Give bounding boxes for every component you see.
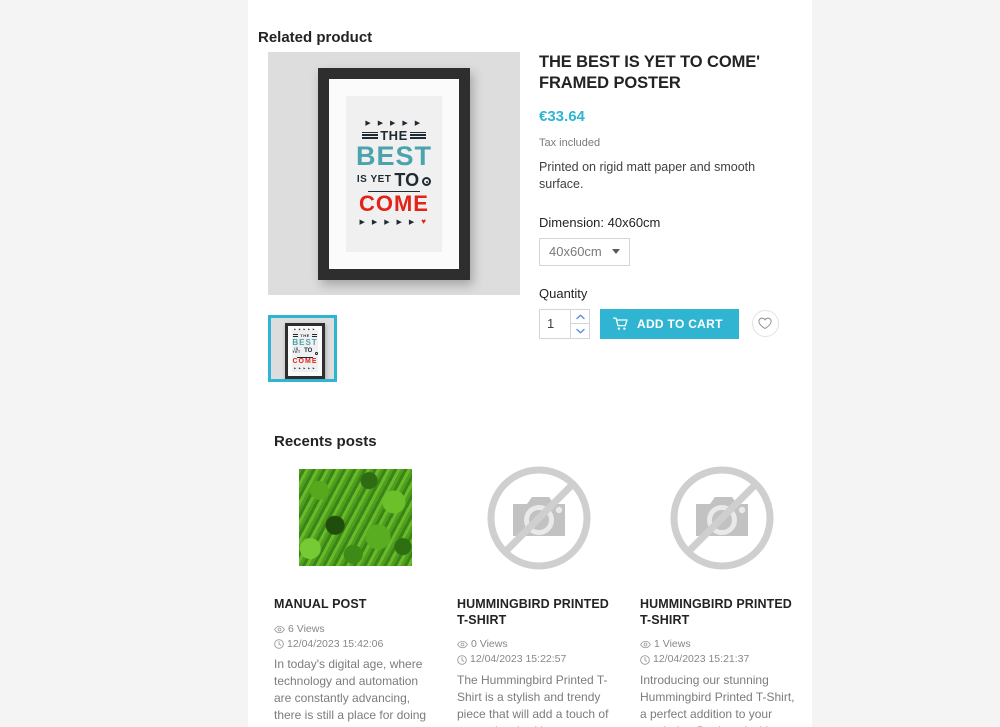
thumb-rule-wide [297,356,313,358]
thumb-line-is-yet: IS YET [292,346,301,355]
post-date: 12/04/2023 15:22:57 [457,652,566,667]
page-background: Related product ▶ ▶ ▶ ▶ ▶ THE BEST IS YE… [0,0,1000,727]
post-date: 12/04/2023 15:21:37 [640,652,749,667]
poster-line-the: THE [380,127,408,143]
poster-arrows-bottom: ▶ ▶ ▶ ▶ ▶ [359,219,417,227]
post-date-label: 12/04/2023 15:22:57 [470,653,567,666]
quantity-decrement-button[interactable] [571,323,589,338]
post-date: 12/04/2023 15:42:06 [274,637,383,652]
post-card[interactable]: HUMMINGBIRD PRINTED T-SHIRT 1 Views 12/0… [640,455,803,727]
post-title[interactable]: MANUAL POST [274,597,437,613]
product-gallery: ▶ ▶ ▶ ▶ ▶ THE BEST IS YET TO COME ▶ ▶ ▶ … [268,52,520,382]
quantity-input[interactable] [540,309,570,338]
clock-icon [457,655,467,665]
poster-arrows-top: ▶ ▶ ▶ ▶ ▶ [365,119,423,127]
post-date-label: 12/04/2023 15:21:37 [653,653,750,666]
chevron-down-icon [611,249,620,255]
dimension-select[interactable]: 40x60cm [539,237,630,266]
quantity-stepper-buttons [570,309,589,338]
post-views: 6 Views [274,622,325,637]
post-views-label: 1 Views [654,638,691,651]
poster-dot-decoration [422,177,432,187]
poster-mat: ▶ ▶ ▶ ▶ ▶ THE BEST IS YET TO COME ▶ ▶ ▶ … [329,79,459,269]
poster-heart-icon: ♥ [421,217,429,227]
thumbnail-poster-mat: ▶ ▶ ▶ ▶ ▶ THE BEST IS YET TO COME ▶ ▶ ▶ … [288,326,322,376]
poster-rule-left [362,131,379,139]
poster-line-is-yet: IS YET [356,173,392,185]
post-views: 0 Views [457,637,508,652]
recent-posts-heading: Recents posts [274,433,377,450]
product-price: €33.64 [539,108,585,126]
poster-artwork: ▶ ▶ ▶ ▶ ▶ THE BEST IS YET TO COME ▶ ▶ ▶ … [346,96,442,252]
thumb-arrows-top: ▶ ▶ ▶ ▶ ▶ [294,328,316,332]
thumbnail-poster-artwork: ▶ ▶ ▶ ▶ ▶ THE BEST IS YET TO COME ▶ ▶ ▶ … [292,328,318,372]
main-content-column: Related product ▶ ▶ ▶ ▶ ▶ THE BEST IS YE… [248,0,812,727]
recent-posts-grid: MANUAL POST 6 Views 12/04/2023 15:42:06 … [274,455,802,727]
no-image-placeholder-icon [670,466,774,570]
thumb-line-to: TO [304,348,313,355]
dimension-select-value: 40x60cm [549,244,602,260]
heart-icon [758,317,772,330]
thumb-dot-decoration [315,351,318,355]
post-excerpt: In today's digital age, where technology… [274,657,427,727]
thumb-rule-left [293,334,299,337]
post-date-label: 12/04/2023 15:42:06 [287,637,384,650]
poster-line-come: COME [358,191,429,217]
eye-icon [274,625,285,634]
poster-frame: ▶ ▶ ▶ ▶ ▶ THE BEST IS YET TO COME ▶ ▶ ▶ … [318,68,470,280]
clock-icon [274,639,284,650]
thumb-line-best: BEST [292,337,318,347]
quantity-increment-button[interactable] [571,310,589,324]
product-thumbnail-1[interactable]: ▶ ▶ ▶ ▶ ▶ THE BEST IS YET TO COME ▶ ▶ ▶ … [268,315,337,382]
post-thumbnail[interactable] [274,455,437,580]
post-excerpt: The Hummingbird Printed T-Shirt is a sty… [457,672,616,727]
thumb-line-the: THE [300,332,310,338]
post-views-label: 0 Views [471,638,508,651]
product-main-image[interactable]: ▶ ▶ ▶ ▶ ▶ THE BEST IS YET TO COME ▶ ▶ ▶ … [268,52,520,295]
product-title: THE BEST IS YET TO COME' FRAMED POSTER [539,53,760,93]
purchase-controls: ADD TO CART [539,308,802,339]
post-views-label: 6 Views [288,622,325,635]
post-thumbnail[interactable] [640,455,803,580]
wishlist-button[interactable] [751,310,779,338]
quantity-label: Quantity [539,285,588,301]
poster-line-best: BEST [355,140,432,171]
poster-line-to: TO [394,169,420,190]
thumb-line-come: COME [292,358,318,366]
eye-icon [457,640,468,649]
post-excerpt: Introducing our stunning Hummingbird Pri… [640,672,795,727]
quantity-stepper[interactable] [539,308,590,339]
post-meta: 1 Views 12/04/2023 15:21:37 [640,637,803,667]
thumb-rule-right [311,334,317,337]
add-to-cart-label: ADD TO CART [637,316,723,331]
related-product-heading: Related product [258,29,373,46]
dimension-label: Dimension: 40x60cm [539,214,661,230]
post-meta: 6 Views 12/04/2023 15:42:06 [274,622,437,652]
eye-icon [640,640,651,649]
product-thumbnail-list: ▶ ▶ ▶ ▶ ▶ THE BEST IS YET TO COME ▶ ▶ ▶ … [268,315,520,382]
post-thumbnail[interactable] [457,455,620,580]
thumbnail-poster-frame: ▶ ▶ ▶ ▶ ▶ THE BEST IS YET TO COME ▶ ▶ ▶ … [285,323,325,379]
product-short-description: Printed on rigid matt paper and smooth s… [539,160,756,192]
poster-rule-right [409,131,426,139]
no-image-placeholder-icon [487,466,591,570]
shopping-cart-icon [613,317,628,331]
post-title[interactable]: HUMMINGBIRD PRINTED T-SHIRT [457,597,620,628]
product-info-panel: THE BEST IS YET TO COME' FRAMED POSTER €… [539,52,802,339]
moss-photo-image [299,469,412,566]
thumb-arrows-bottom: ▶ ▶ ▶ ▶ ▶ [294,367,316,371]
tax-included-label: Tax included [539,137,601,150]
add-to-cart-button[interactable]: ADD TO CART [600,308,739,339]
clock-icon [640,655,650,665]
post-card[interactable]: HUMMINGBIRD PRINTED T-SHIRT 0 Views 12/0… [457,455,620,727]
post-title[interactable]: HUMMINGBIRD PRINTED T-SHIRT [640,597,803,628]
post-views: 1 Views [640,637,691,652]
post-meta: 0 Views 12/04/2023 15:22:57 [457,637,620,667]
post-card[interactable]: MANUAL POST 6 Views 12/04/2023 15:42:06 … [274,455,437,727]
